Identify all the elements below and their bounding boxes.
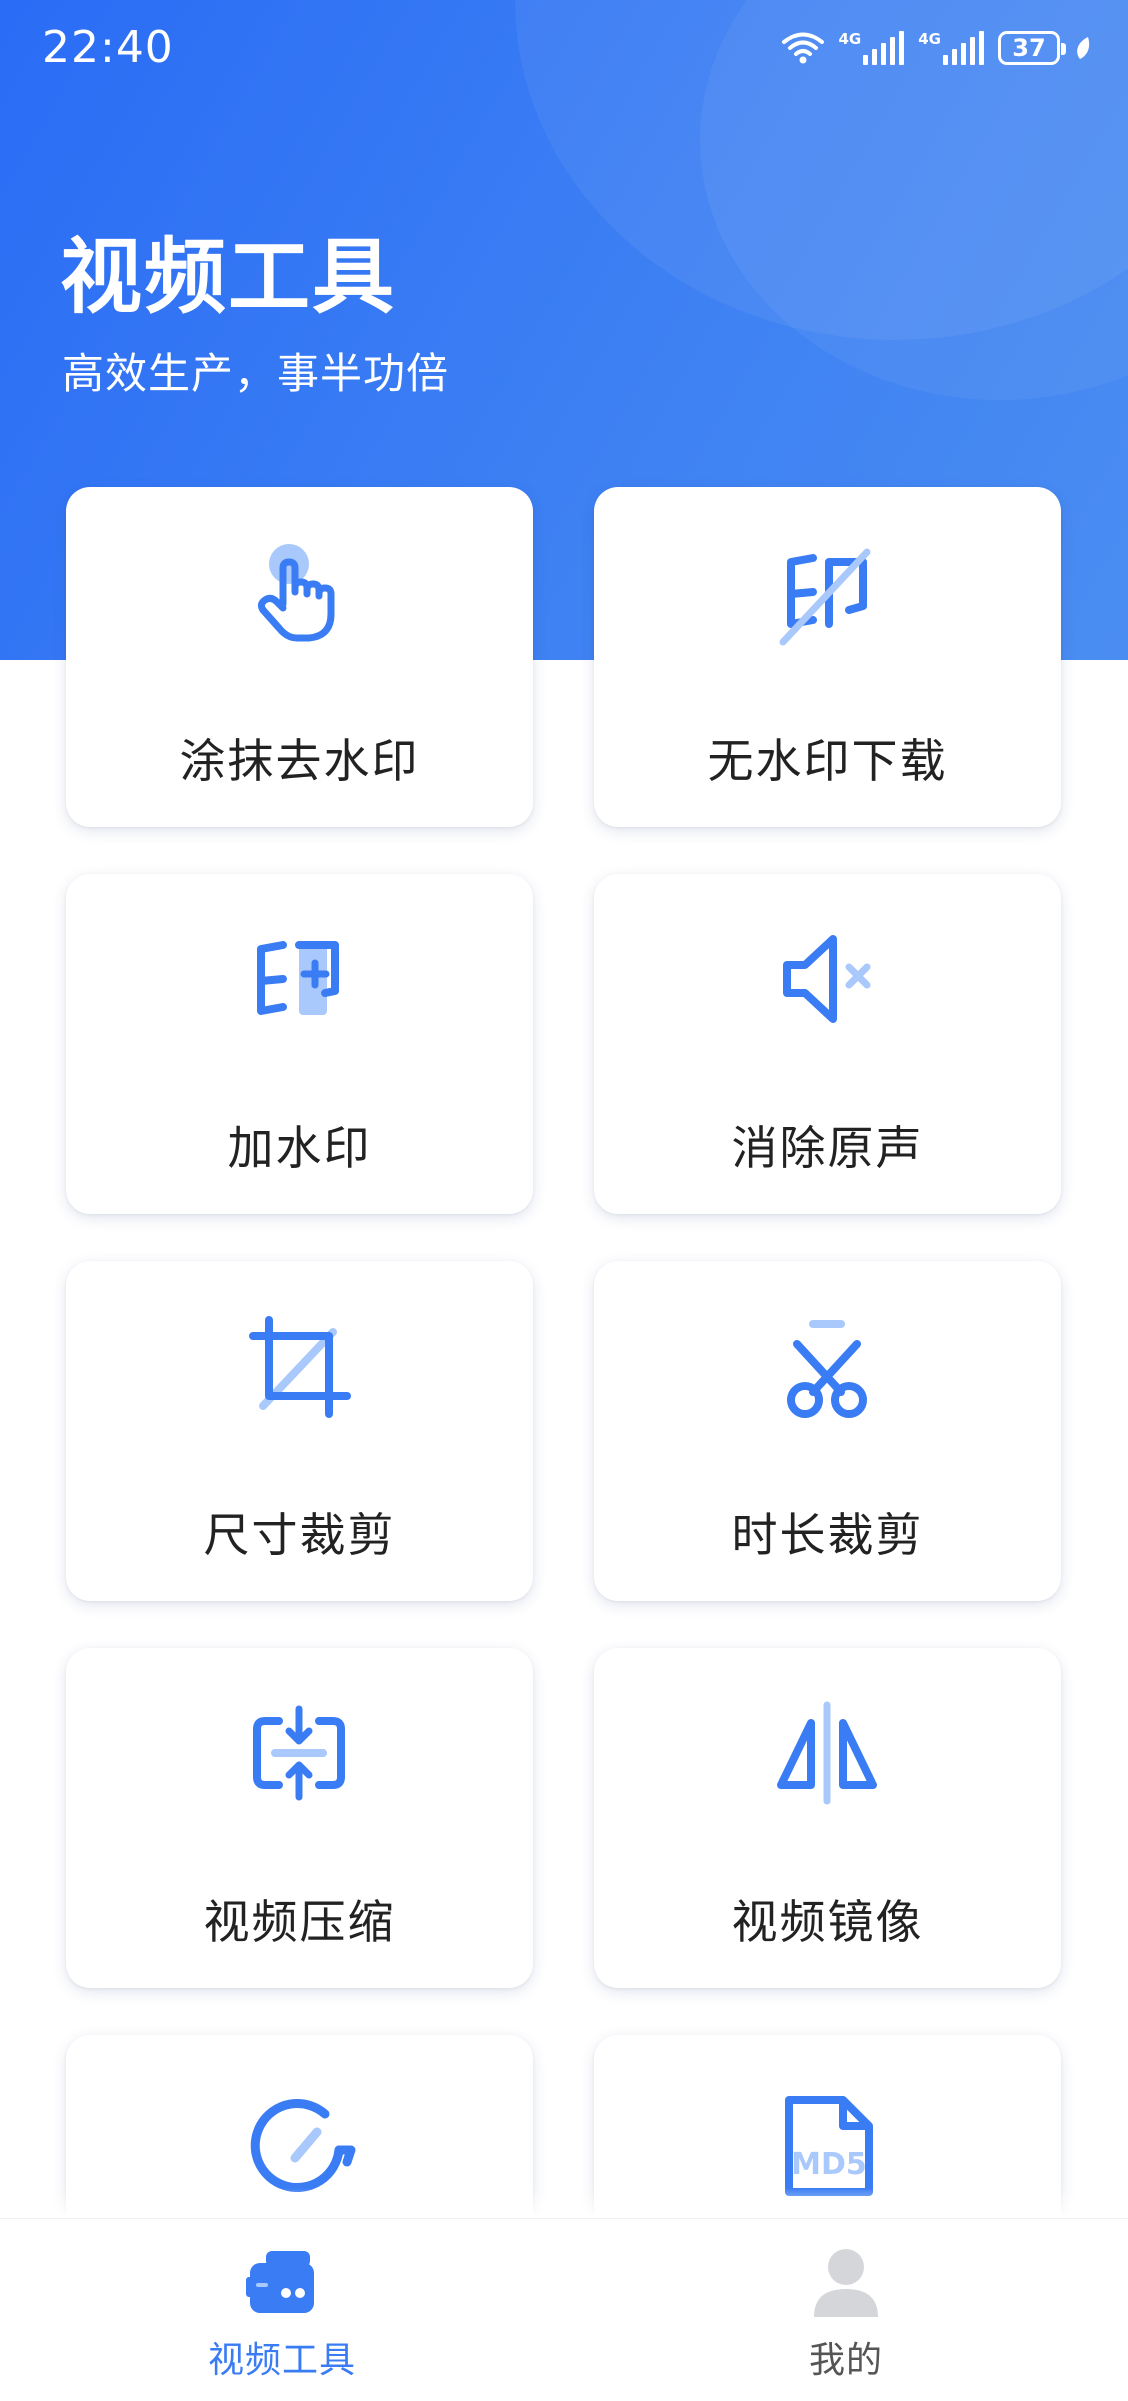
tool-card-video-mirror[interactable]: 视频镜像 [594, 1648, 1061, 1988]
cellular-signal-2: 4G [918, 31, 984, 65]
page-title: 视频工具 [60, 230, 397, 325]
leaf-icon [1077, 37, 1090, 59]
md5-file-icon: MD5 [785, 2096, 873, 2196]
cellular-signal-1: 4G [839, 31, 905, 65]
tool-label: 视频压缩 [203, 1895, 396, 1949]
tab-mine[interactable]: 我的 [646, 2219, 1046, 2401]
md5-text: MD5 [791, 2147, 867, 2182]
compress-icon [253, 1705, 345, 1801]
tool-card-erase-watermark[interactable]: 涂抹去水印 [66, 487, 533, 827]
battery-icon: 37 [998, 31, 1066, 65]
mirror-icon [777, 1701, 877, 1805]
signal-bars-icon [943, 31, 984, 65]
video-toolbox-icon [246, 2251, 314, 2313]
tab-video-tools[interactable]: 视频工具 [82, 2219, 482, 2401]
status-time: 22:40 [42, 22, 174, 73]
tool-label: 消除原声 [731, 1121, 924, 1175]
signal-bars-icon [863, 31, 905, 65]
tool-label: 加水印 [227, 1121, 372, 1175]
network-type-label: 4G [838, 30, 862, 48]
finger-tap-icon [257, 544, 335, 642]
tab-label: 我的 [808, 2340, 883, 2381]
bottom-tab-bar: 视频工具 我的 [0, 2218, 1128, 2401]
tab-label: 视频工具 [207, 2340, 356, 2381]
tool-label: 视频镜像 [731, 1895, 924, 1949]
tool-card-video-compress[interactable]: 视频压缩 [66, 1648, 533, 1988]
status-icons: 4G 4G 37 [781, 26, 1093, 70]
tool-card-no-watermark-download[interactable]: 无水印下载 [594, 487, 1061, 827]
tool-card-add-watermark[interactable]: 加水印 [66, 874, 533, 1214]
tool-label: 无水印下载 [707, 734, 948, 788]
wifi-icon [781, 32, 824, 64]
no-watermark-icon [779, 548, 871, 646]
network-type-label: 4G [918, 30, 941, 48]
tool-label: 时长裁剪 [731, 1508, 924, 1562]
tool-label: 尺寸裁剪 [203, 1508, 396, 1562]
status-bar: 22:40 4G 4G 37 [0, 0, 1128, 100]
add-watermark-icon [257, 941, 339, 1015]
scissors-icon [787, 1320, 867, 1418]
crop-icon [249, 1316, 351, 1418]
battery-level: 37 [1012, 34, 1046, 62]
scroll-fade [0, 2188, 1128, 2218]
tool-card-duration-trim[interactable]: 时长裁剪 [594, 1261, 1061, 1601]
speed-gauge-icon [250, 2099, 356, 2192]
tool-card-size-crop[interactable]: 尺寸裁剪 [66, 1261, 533, 1601]
mute-icon [783, 935, 871, 1023]
page-subtitle: 高效生产，事半功倍 [62, 349, 450, 398]
user-profile-icon [814, 2249, 878, 2317]
tool-label: 涂抹去水印 [179, 734, 420, 788]
tool-card-remove-audio[interactable]: 消除原声 [594, 874, 1061, 1214]
